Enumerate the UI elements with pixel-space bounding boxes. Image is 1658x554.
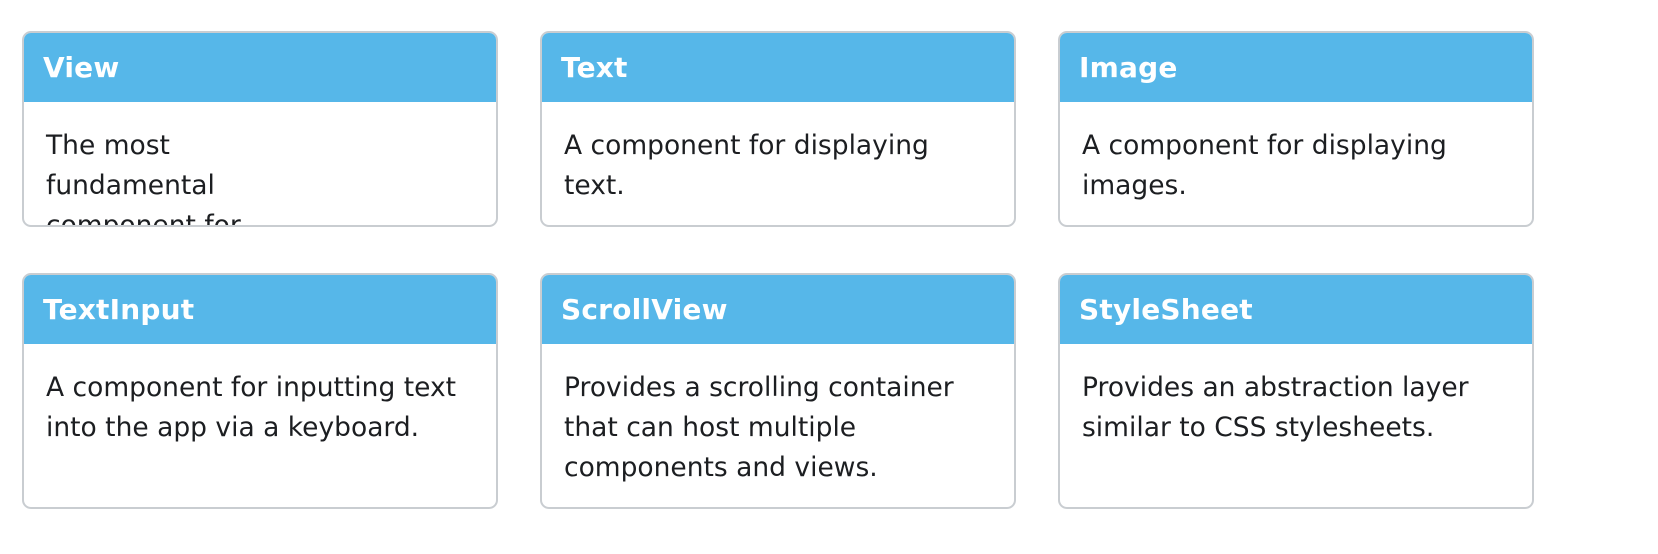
card-title: Image <box>1079 51 1178 84</box>
card-text[interactable]: Text A component for displaying text. <box>540 31 1016 227</box>
card-scrollview[interactable]: ScrollView Provides a scrolling containe… <box>540 273 1016 509</box>
card-title: ScrollView <box>561 293 728 326</box>
card-description: Provides an abstraction layer similar to… <box>1082 372 1469 443</box>
card-header: View <box>24 33 496 102</box>
card-header: StyleSheet <box>1060 275 1532 344</box>
card-title: StyleSheet <box>1079 293 1253 326</box>
card-description: A component for displaying images. <box>1082 130 1447 201</box>
card-title: TextInput <box>43 293 195 326</box>
card-header: Image <box>1060 33 1532 102</box>
card-stylesheet[interactable]: StyleSheet Provides an abstraction layer… <box>1058 273 1534 509</box>
card-view[interactable]: View The most fundamental component for … <box>22 31 498 227</box>
card-title: View <box>43 51 120 84</box>
card-description: A component for inputting text into the … <box>46 372 457 443</box>
card-description: Provides a scrolling container that can … <box>564 372 954 483</box>
card-description: The most fundamental component for build… <box>46 130 241 227</box>
card-header: Text <box>542 33 1014 102</box>
card-image[interactable]: Image A component for displaying images. <box>1058 31 1534 227</box>
card-title: Text <box>561 51 628 84</box>
card-textinput[interactable]: TextInput A component for inputting text… <box>22 273 498 509</box>
card-description: A component for displaying text. <box>564 130 929 201</box>
card-header: ScrollView <box>542 275 1014 344</box>
card-header: TextInput <box>24 275 496 344</box>
component-card-grid: View The most fundamental component for … <box>22 31 1534 509</box>
